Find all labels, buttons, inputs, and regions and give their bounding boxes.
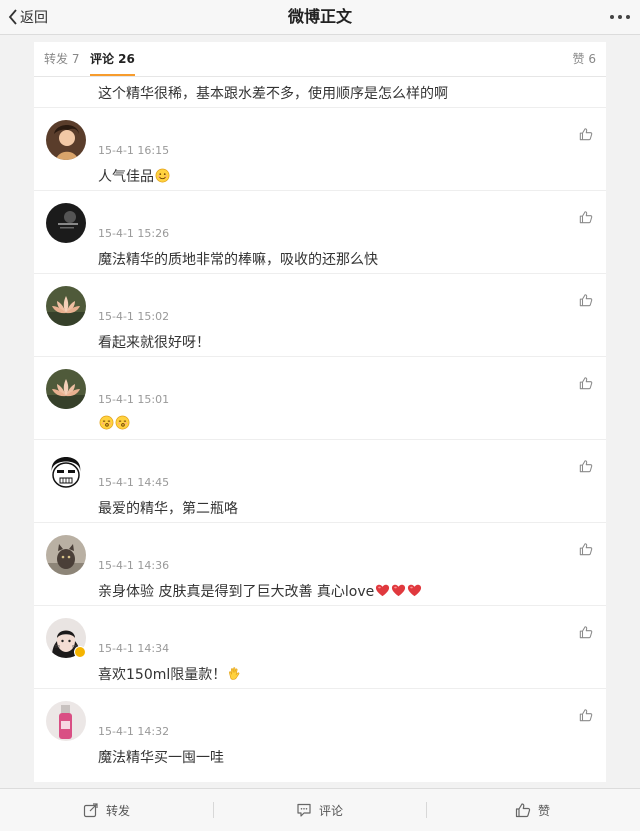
bottom-toolbar: 转发 评论 赞 [0,788,640,831]
clap-emoji [227,666,242,681]
heart-emoji [375,583,390,598]
bottle-avatar[interactable] [46,701,86,741]
comment-text-content: 这个精华很稀，基本跟水差不多，使用顺序是怎么样的啊 [98,86,448,102]
comment-item[interactable]: 15-4-1 14:32 魔法精华买一囤一哇 [34,689,606,771]
comment-item[interactable]: 15-4-1 14:34 喜欢150ml限量款！ [34,606,606,689]
tab-likes[interactable]: 赞 6 [573,42,596,76]
comment-timestamp: 15-4-1 14:36 [98,559,170,572]
comment-item[interactable]: 15-4-1 14:45 最爱的精华，第二瓶咯 [34,440,606,523]
lotus-avatar[interactable] [46,369,86,409]
comment-text: 魔法精华的质地非常的棒嘛，吸收的还那么快 [98,249,378,269]
kiss-emoji [99,415,114,430]
comment-text: 看起来就很好呀！ [98,332,210,352]
comment-text-content: 喜欢150ml限量款！ [98,667,227,683]
thumbs-up-icon [515,803,531,818]
comment-timestamp: 15-4-1 14:45 [98,476,170,489]
cat-avatar[interactable] [46,535,86,575]
comment-text-content: 最爱的精华，第二瓶咯 [98,501,238,517]
like-label: 赞 [537,803,550,818]
heart-emoji [391,583,406,598]
comment-item[interactable]: 15-4-1 16:48这个精华很稀，基本跟水差不多，使用顺序是怎么样的啊 [34,76,606,108]
comment-like-icon[interactable] [579,292,593,307]
kiss-emoji [115,415,130,430]
share-icon [83,803,98,818]
comment-like-icon[interactable] [579,541,593,556]
cartoon-face-avatar[interactable] [46,452,86,492]
dark-avatar[interactable] [46,203,86,243]
comment-text: 喜欢150ml限量款！ [98,664,242,684]
comment-text-content: 魔法精华买一囤一哇 [98,750,224,766]
top-nav-bar: 返回 微博正文 [0,0,640,35]
comment-item[interactable]: 15-4-1 15:26 魔法精华的质地非常的棒嘛，吸收的还那么快 [34,191,606,274]
heart-emoji [407,583,422,598]
comment-item[interactable]: 15-4-1 15:02 看起来就很好呀！ [34,274,606,357]
comment-timestamp: 15-4-1 15:02 [98,310,170,323]
comment-text: 魔法精华买一囤一哇 [98,747,224,767]
repost-label: 转发 [105,803,130,818]
comment-text-content: 魔法精华的质地非常的棒嘛，吸收的还那么快 [98,252,378,268]
comment-text [98,415,130,432]
tab-reposts[interactable]: 转发 7 [44,42,79,76]
comment-text: 最爱的精华，第二瓶咯 [98,498,238,518]
post-card: 转发 7 评论 26 赞 6 15-4-1 16:48这个精华很稀，基本跟水差不… [34,42,606,782]
more-dots-icon [610,15,614,19]
comment-like-icon[interactable] [579,209,593,224]
comment-like-icon[interactable] [579,707,593,722]
comment-item[interactable]: 15-4-1 16:15 人气佳品 [34,108,606,191]
comment-like-icon[interactable] [579,458,593,473]
comment-label: 评论 [318,803,343,818]
comment-list[interactable]: 15-4-1 16:48这个精华很稀，基本跟水差不多，使用顺序是怎么样的啊15-… [34,76,606,782]
comment-text-content: 亲身体验 皮肤真是得到了巨大改善 真心love [98,584,375,600]
comment-timestamp: 15-4-1 14:32 [98,725,170,738]
comment-timestamp: 15-4-1 14:34 [98,642,170,655]
tab-bar: 转发 7 评论 26 赞 6 [34,42,606,77]
smile-emoji [155,168,170,183]
comment-button[interactable]: 评论 [213,789,426,831]
comment-text-content: 人气佳品 [98,169,154,185]
comment-text: 亲身体验 皮肤真是得到了巨大改善 真心love [98,581,422,601]
verified-badge-icon [74,646,86,658]
page-title: 微博正文 [287,7,352,26]
more-menu-button[interactable] [610,0,630,34]
woman-avatar[interactable] [46,120,86,160]
repost-button[interactable]: 转发 [0,789,213,831]
comment-text: 这个精华很稀，基本跟水差不多，使用顺序是怎么样的啊 [98,83,448,103]
comment-text-content: 看起来就很好呀！ [98,335,210,351]
lotus-avatar[interactable] [46,286,86,326]
comment-item[interactable]: 15-4-1 15:01 [34,357,606,440]
comment-like-icon[interactable] [579,126,593,141]
comment-text: 人气佳品 [98,166,170,186]
comment-icon [297,803,311,817]
comment-timestamp: 15-4-1 16:15 [98,144,170,157]
comment-item[interactable]: 15-4-1 14:36 亲身体验 皮肤真是得到了巨大改善 真心love [34,523,606,606]
comment-timestamp: 15-4-1 15:26 [98,227,170,240]
like-button[interactable]: 赞 [426,789,639,831]
comment-timestamp: 15-4-1 15:01 [98,393,170,406]
comment-like-icon[interactable] [579,624,593,639]
tab-comments[interactable]: 评论 26 [90,42,135,76]
comment-like-icon[interactable] [579,375,593,390]
